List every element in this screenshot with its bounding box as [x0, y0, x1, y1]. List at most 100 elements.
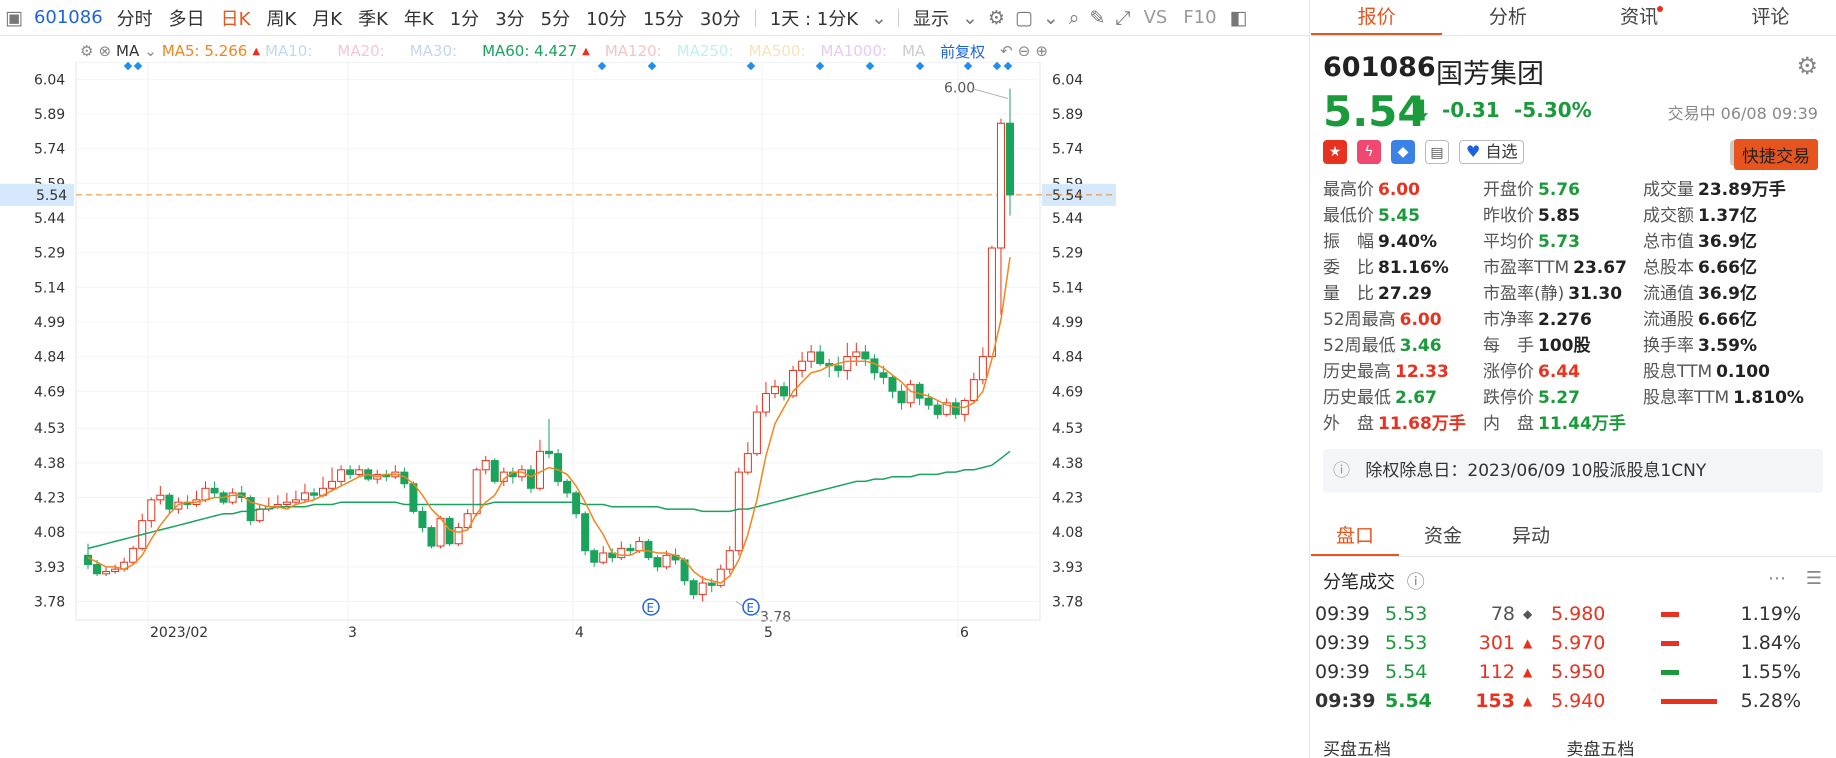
event-diamond	[597, 62, 607, 71]
chevron-down-icon[interactable]: ⌄	[144, 42, 157, 60]
range-select[interactable]: 1天 : 1分K	[762, 5, 866, 31]
up-triangle-icon: ▲	[1523, 636, 1533, 650]
tag-icon[interactable]: ◆	[1391, 140, 1415, 164]
add-watchlist-button[interactable]: ♥ 自选	[1459, 140, 1525, 164]
period-5[interactable]: 季K	[350, 5, 396, 31]
zoom-in-icon[interactable]: ⊕	[1035, 42, 1048, 60]
candle-body	[147, 499, 156, 522]
period-3[interactable]: 周K	[258, 5, 304, 31]
quote-value: 81.16%	[1378, 258, 1449, 278]
zoom-out-icon[interactable]: ⊖	[1018, 42, 1031, 60]
trade-time: 09:39	[1315, 661, 1370, 683]
period-7[interactable]: 1分	[442, 5, 487, 31]
list-icon[interactable]: ☰	[1806, 568, 1822, 589]
candle-body	[291, 499, 300, 503]
tab-comments[interactable]: 评论	[1705, 0, 1836, 35]
y-tick-right: 5.44	[1052, 211, 1083, 227]
vs-button[interactable]: VS	[1136, 7, 1176, 28]
candle-body	[337, 469, 346, 482]
pencil-icon[interactable]: ✎	[1084, 7, 1110, 29]
x-axis-label: 6	[960, 625, 969, 641]
toolbar-stock-code[interactable]: 601086	[28, 7, 109, 28]
quote-table: 最高价 6.00 开盘价 5.76 成交量 23.89万手 最低价 5.45 昨收价 5.85 成交…	[1323, 177, 1833, 437]
quote-label: 每 手	[1483, 336, 1534, 356]
trade-price: 5.53	[1385, 632, 1428, 654]
undo-icon[interactable]: ↶	[1000, 42, 1013, 60]
dividend-notice: ⓘ 除权除息日：2023/06/09 10股派股息1CNY	[1323, 449, 1823, 493]
tab-analysis[interactable]: 分析	[1442, 0, 1573, 35]
y-tick-right: 4.84	[1052, 350, 1083, 366]
candle-body	[834, 365, 843, 371]
panel-icon[interactable]: ◧	[1225, 7, 1253, 29]
quote-cell: 开盘价 5.76	[1483, 177, 1643, 203]
settings-icon[interactable]: ⚙	[983, 7, 1010, 29]
more-icon[interactable]: ⋯	[1768, 568, 1786, 589]
quote-value: 1.37亿	[1698, 206, 1757, 226]
chart-frame	[75, 62, 1041, 621]
settings-icon[interactable]: ⚙	[80, 42, 93, 60]
adjust-button[interactable]: 前复权	[940, 41, 985, 62]
expand-icon[interactable]: ⤢	[1110, 7, 1135, 29]
chevron-down-icon[interactable]: ⌄	[866, 7, 892, 29]
candle-body	[969, 379, 978, 401]
notes-icon[interactable]: ▤	[1425, 140, 1449, 164]
period-1[interactable]: 多日	[161, 5, 213, 31]
chevron-down-icon[interactable]: ⌄	[957, 7, 983, 29]
quote-row: 历史最高 12.33 涨停价 6.44 股息TTM 0.100	[1323, 359, 1833, 385]
tab-news[interactable]: 资讯	[1574, 0, 1705, 35]
y-tick-left: 4.99	[34, 315, 65, 331]
display-menu[interactable]: 显示	[905, 5, 957, 31]
quick-trade-button[interactable]: 快捷交易	[1734, 139, 1818, 170]
tab-anomaly[interactable]: 异动	[1487, 517, 1575, 556]
y-tick-left: 3.78	[34, 595, 65, 611]
period-9[interactable]: 5分	[533, 5, 578, 31]
period-4[interactable]: 月K	[304, 5, 350, 31]
period-12[interactable]: 30分	[692, 5, 749, 31]
tab-quote[interactable]: 报价	[1311, 0, 1443, 35]
ladder-price: 5.980	[1551, 603, 1606, 625]
candle-body	[581, 513, 590, 552]
quote-value: 6.66亿	[1698, 310, 1757, 330]
low-marker: 3.78	[760, 610, 791, 626]
quote-cell: 市净率 2.276	[1483, 307, 1643, 333]
f10-button[interactable]: F10	[1175, 7, 1224, 28]
period-0[interactable]: 分时	[109, 5, 161, 31]
close-icon[interactable]: ⊗	[98, 42, 111, 60]
quote-cell: 量 比 27.29	[1323, 281, 1483, 307]
kline-chart[interactable]: 6.046.045.895.895.745.745.595.595.445.44…	[0, 62, 1310, 758]
event-e-label: E	[747, 601, 755, 615]
ladder-price: 5.940	[1551, 690, 1606, 712]
period-8[interactable]: 3分	[487, 5, 532, 31]
ladder-row: 5.940 5.28%	[1551, 687, 1811, 716]
quote-panel: 报价 分析 资讯 评论 601086 国芳集团 ⚙ 5.54 ⬇ -0.31 -…	[1311, 0, 1836, 758]
tab-orderbook[interactable]: 盘口	[1311, 517, 1400, 556]
high-marker-line	[971, 88, 1009, 100]
y-tick-right: 6.04	[1052, 72, 1083, 88]
quote-cell: 每 手 100股	[1483, 333, 1643, 359]
china-flag-icon[interactable]: ★	[1323, 140, 1347, 164]
candle-body	[807, 351, 816, 362]
settings-icon[interactable]: ⚙	[1796, 52, 1818, 80]
square-icon[interactable]: ▢	[1010, 7, 1038, 29]
quote-label: 委 比	[1323, 258, 1374, 278]
camera-icon[interactable]: ⌕	[1064, 7, 1085, 29]
period-6[interactable]: 年K	[396, 5, 442, 31]
y-tick-left: 4.69	[34, 384, 65, 400]
chevron-down-icon[interactable]: ⌄	[1038, 7, 1064, 29]
ma60-label: MA60: 4.427	[482, 42, 578, 60]
candle-body	[689, 580, 698, 596]
quote-cell: 流通股 6.66亿	[1643, 307, 1833, 333]
lightning-icon[interactable]: ϟ	[1357, 140, 1381, 164]
trade-time: 09:39	[1315, 690, 1376, 712]
info-icon[interactable]: ⓘ	[1407, 572, 1425, 593]
period-10[interactable]: 10分	[578, 5, 635, 31]
period-11[interactable]: 15分	[635, 5, 692, 31]
quote-value: 3.46	[1399, 336, 1442, 356]
quote-value: 5.27	[1538, 388, 1580, 408]
tab-fund[interactable]: 资金	[1399, 517, 1487, 556]
ladder-bar	[1661, 699, 1717, 704]
candle-body	[129, 547, 138, 563]
sidebar-toggle-icon[interactable]: ▣	[0, 7, 28, 29]
period-2[interactable]: 日K	[213, 5, 259, 31]
ma-label[interactable]: MA	[116, 42, 139, 60]
